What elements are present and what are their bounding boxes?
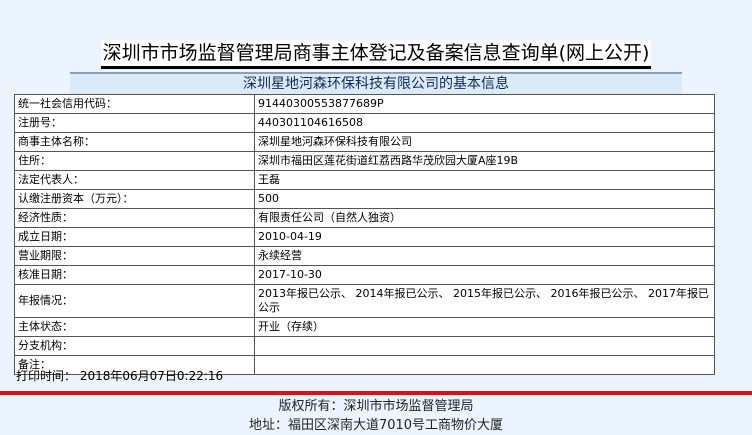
table-row: 认缴注册资本（万元）： 500 [14,189,715,209]
table-row: 注册号： 440301104616508 [14,113,715,133]
row-value: 有限责任公司（自然人独资） [254,208,715,228]
table-row: 经济性质： 有限责任公司（自然人独资） [14,208,715,228]
row-label: 主体状态： [14,317,255,337]
row-label: 法定代表人： [14,170,255,190]
table-row: 统一社会信用代码： 91440300553877689P [14,94,715,114]
company-subtitle: 深圳星地河森环保科技有限公司的基本信息 [70,72,682,95]
row-label: 统一社会信用代码： [14,94,255,114]
row-label: 成立日期： [14,227,255,247]
row-value: 440301104616508 [254,113,715,133]
row-label: 注册号： [14,113,255,133]
row-label: 商事主体名称： [14,132,255,152]
row-label: 经济性质： [14,208,255,228]
title-wrap: 深圳市市场监督管理局商事主体登记及备案信息查询单(网上公开) [0,40,752,69]
row-value: 2010-04-19 [254,227,715,247]
row-label: 年报情况： [14,284,255,318]
info-table: 统一社会信用代码： 91440300553877689P 注册号： 440301… [14,94,715,375]
row-value [254,336,715,356]
row-label: 认缴注册资本（万元）： [14,189,255,209]
row-value: 2017-10-30 [254,265,715,285]
table-row: 主体状态： 开业（存续） [14,317,715,337]
row-value: 91440300553877689P [254,94,715,114]
footer-copyright: 版权所有：深圳市市场监督管理局 [278,399,474,414]
row-value [254,355,715,375]
print-time: 打印时间： 2018年06月07日0:22:16 [16,369,224,383]
page-title: 深圳市市场监督管理局商事主体登记及备案信息查询单(网上公开) [100,40,652,69]
table-row: 法定代表人： 王磊 [14,170,715,190]
row-value: 王磊 [254,170,715,190]
table-row: 年报情况： 2013年报已公示、 2014年报已公示、 2015年报已公示、 2… [14,284,715,318]
row-value: 深圳市福田区莲花街道红荔西路华茂欣园大厦A座19B [254,151,715,171]
row-value: 500 [254,189,715,209]
row-value: 永续经营 [254,246,715,266]
row-value: 深圳星地河森环保科技有限公司 [254,132,715,152]
table-row: 核准日期： 2017-10-30 [14,265,715,285]
table-row: 商事主体名称： 深圳星地河森环保科技有限公司 [14,132,715,152]
row-value: 2013年报已公示、 2014年报已公示、 2015年报已公示、 2016年报已… [254,284,715,318]
table-row: 分支机构： [14,336,715,356]
row-label: 住所： [14,151,255,171]
table-row: 住所： 深圳市福田区莲花街道红荔西路华茂欣园大厦A座19B [14,151,715,171]
row-label: 营业期限： [14,246,255,266]
footer-address: 地址：福田区深南大道7010号工商物价大厦 [248,418,504,433]
footer-divider [0,391,752,395]
footer: 版权所有：深圳市市场监督管理局 地址：福田区深南大道7010号工商物价大厦 [0,397,752,435]
row-label: 核准日期： [14,265,255,285]
table-row: 成立日期： 2010-04-19 [14,227,715,247]
row-value: 开业（存续） [254,317,715,337]
table-row: 营业期限： 永续经营 [14,246,715,266]
row-label: 分支机构： [14,336,255,356]
